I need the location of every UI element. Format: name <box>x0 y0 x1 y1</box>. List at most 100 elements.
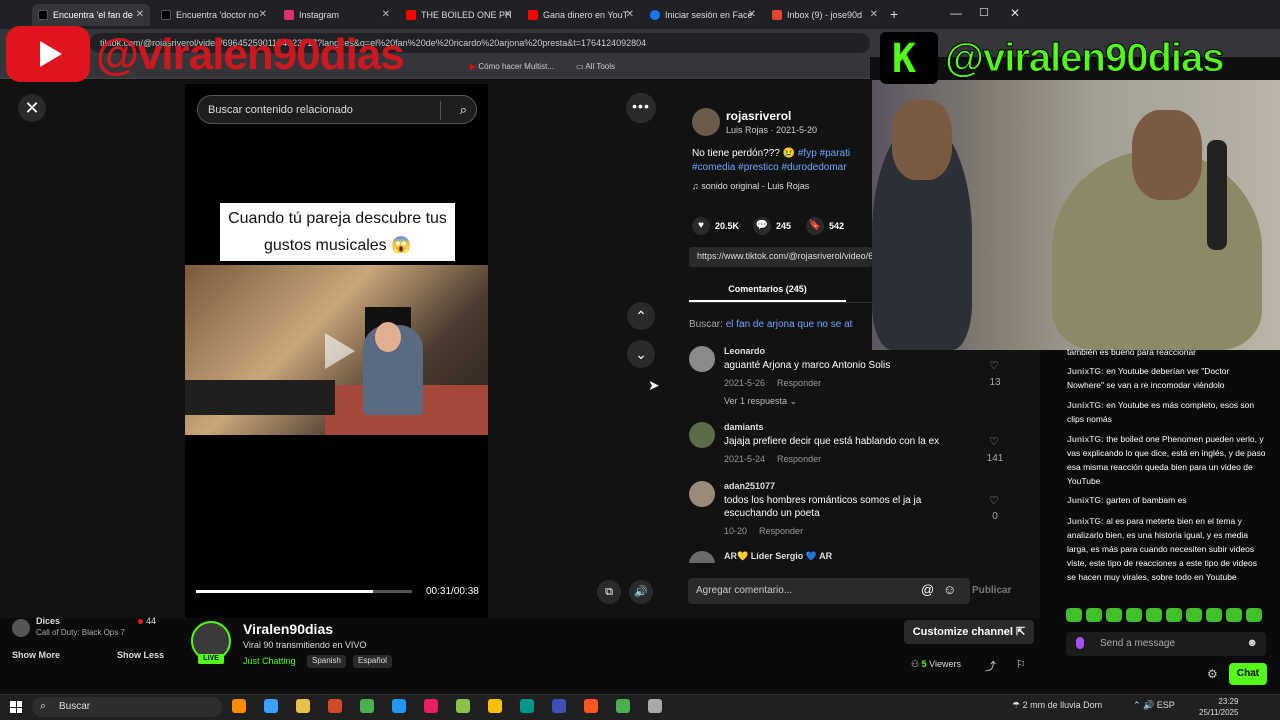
tab-instagram[interactable]: Instagram ✕ <box>278 4 396 26</box>
close-tab-icon[interactable]: ✕ <box>870 9 878 20</box>
show-more-button[interactable]: Show More <box>12 650 60 660</box>
taskbar-app-icon[interactable] <box>328 699 342 713</box>
follow-icon[interactable]: ⚐ <box>1016 658 1026 671</box>
tab-youtube-boiled-one[interactable]: THE BOILED ONE PH ✕ <box>400 4 518 26</box>
close-tab-icon[interactable]: ✕ <box>748 9 756 20</box>
customize-channel-button[interactable]: Customize channel ⇱ <box>904 620 1034 644</box>
taskbar-search-input[interactable]: ⌕ Buscar <box>32 697 222 717</box>
close-viewer-button[interactable]: ✕ <box>18 94 46 122</box>
next-video-button[interactable]: ⌄ <box>627 340 655 368</box>
avatar[interactable] <box>689 551 715 563</box>
maximize-icon[interactable]: ☐ <box>979 6 989 19</box>
minimize-icon[interactable]: — <box>950 6 962 20</box>
avatar[interactable] <box>12 619 30 637</box>
share-icon[interactable]: ⤴ <box>985 658 996 674</box>
save-button[interactable]: 🔖 542 <box>806 217 844 235</box>
taskbar-clock[interactable]: 23:29 25/11/2025 <box>1199 696 1238 718</box>
language-indicator[interactable]: ESP <box>1157 700 1175 710</box>
chat-message-input[interactable]: Send a message ☻ <box>1066 632 1266 656</box>
tab-tiktok-fan[interactable]: Encuentra 'el fan de ✕ <box>32 4 150 26</box>
reply-button[interactable]: Responder <box>777 378 821 388</box>
taskbar-app-icon[interactable] <box>584 699 598 713</box>
author-avatar[interactable] <box>692 108 720 136</box>
taskbar-app-icon[interactable] <box>552 699 566 713</box>
close-tab-icon[interactable]: ✕ <box>259 9 267 20</box>
taskbar-app-icon[interactable] <box>648 699 662 713</box>
close-tab-icon[interactable]: ✕ <box>136 9 144 20</box>
taskbar-app-icon[interactable] <box>424 699 438 713</box>
emote-icon[interactable] <box>1226 608 1242 622</box>
video-progress-bar[interactable] <box>196 590 412 593</box>
reply-button[interactable]: Responder <box>777 454 821 464</box>
new-tab-button[interactable]: + <box>890 6 898 22</box>
emote-icon[interactable] <box>1086 608 1102 622</box>
chevron-up-icon[interactable]: ⌃ <box>1133 700 1143 710</box>
stream-category-link[interactable]: Just Chatting <box>243 656 296 666</box>
more-options-button[interactable]: ••• <box>626 93 656 123</box>
view-replies-button[interactable]: Ver 1 respuesta ⌄ <box>724 396 797 407</box>
emote-icon[interactable] <box>1106 608 1122 622</box>
video-link[interactable]: https://www.tiktok.com/@rojasriverol/vid… <box>689 247 872 267</box>
show-less-button[interactable]: Show Less <box>117 650 164 660</box>
volume-icon[interactable]: 🔊 <box>1143 700 1157 710</box>
taskbar-app-icon[interactable] <box>360 699 374 713</box>
pip-icon[interactable]: ⧉ <box>597 580 621 604</box>
close-tab-icon[interactable]: ✕ <box>504 9 512 20</box>
video-frame[interactable] <box>185 265 488 435</box>
heart-icon[interactable]: ♡ <box>989 435 999 448</box>
taskbar-app-icon[interactable] <box>232 699 246 713</box>
comment-search-hint[interactable]: Buscar: el fan de arjona que no se at <box>689 319 852 330</box>
close-tab-icon[interactable]: ✕ <box>626 9 634 20</box>
related-search-input[interactable]: Buscar contenido relacionado ⌕ <box>197 95 477 124</box>
bookmark-all-tools[interactable]: ▭ All Tools <box>576 62 615 71</box>
taskbar-app-icon[interactable] <box>392 699 406 713</box>
author-username[interactable]: rojasriverol <box>726 109 791 123</box>
avatar[interactable] <box>689 422 715 448</box>
avatar[interactable] <box>689 346 715 372</box>
close-window-icon[interactable]: ✕ <box>1010 6 1020 20</box>
sound-link[interactable]: ♫ sonido original - Luis Rojas <box>692 181 809 191</box>
system-tray[interactable]: ⌃ 🔊 ESP <box>1133 700 1175 711</box>
avatar[interactable] <box>689 481 715 507</box>
language-tag[interactable]: Español <box>353 655 392 668</box>
emote-icon[interactable] <box>1066 608 1082 622</box>
hashtag-link[interactable]: #fyp #parati <box>798 148 850 159</box>
reply-button[interactable]: Responder <box>759 526 803 536</box>
microphone-icon[interactable] <box>1076 637 1084 649</box>
like-button[interactable]: ♥ 20.5K <box>692 217 739 235</box>
heart-icon[interactable]: ♡ <box>989 494 999 507</box>
taskbar-app-icon[interactable] <box>616 699 630 713</box>
tab-gmail[interactable]: Inbox (9) - jose90d ✕ <box>766 4 884 26</box>
tab-comments[interactable]: Comentarios (245) <box>689 278 846 302</box>
heart-icon[interactable]: ♡ <box>989 359 999 372</box>
play-icon[interactable] <box>325 333 355 369</box>
tab-youtube-gana-dinero[interactable]: Gana dinero en YouT ✕ <box>522 4 640 26</box>
windows-start-icon[interactable] <box>10 701 22 713</box>
taskbar-app-icon[interactable] <box>488 699 502 713</box>
streamer-name[interactable]: Viralen90dias <box>243 621 333 637</box>
publish-button[interactable]: Publicar <box>972 585 1011 596</box>
comment-button[interactable]: 💬 245 <box>753 217 791 235</box>
mention-icon[interactable]: @ <box>921 582 934 597</box>
emote-icon[interactable] <box>1166 608 1182 622</box>
search-icon[interactable]: ⌕ <box>460 102 467 118</box>
taskbar-app-icon[interactable] <box>520 699 534 713</box>
tab-facebook[interactable]: Iniciar sesión en Face ✕ <box>644 4 762 26</box>
close-tab-icon[interactable]: ✕ <box>382 9 390 20</box>
weather-widget[interactable]: ☂ 2 mm de lluvia Dom <box>1012 700 1102 711</box>
emoji-icon[interactable]: ☻ <box>1246 637 1258 649</box>
hashtag-link[interactable]: #comedia #prestico #durodedomar <box>692 162 847 173</box>
bookmark-multistream[interactable]: ▶ Cómo hacer Multist... <box>470 62 554 71</box>
previous-video-button[interactable]: ⌃ <box>627 302 655 330</box>
taskbar-app-icon[interactable] <box>456 699 470 713</box>
taskbar-app-icon[interactable] <box>264 699 278 713</box>
emote-icon[interactable] <box>1146 608 1162 622</box>
emoji-icon[interactable]: ☺ <box>943 582 956 597</box>
gear-icon[interactable]: ⚙ <box>1207 667 1218 681</box>
emote-icon[interactable] <box>1246 608 1262 622</box>
language-tag[interactable]: Spanish <box>307 655 346 668</box>
volume-icon[interactable]: 🔊 <box>629 580 653 604</box>
recommended-channel-name[interactable]: Dices <box>36 616 60 626</box>
comment-input[interactable]: Agregar comentario... @ ☺ <box>688 578 970 604</box>
chat-send-button[interactable]: Chat <box>1229 663 1267 685</box>
